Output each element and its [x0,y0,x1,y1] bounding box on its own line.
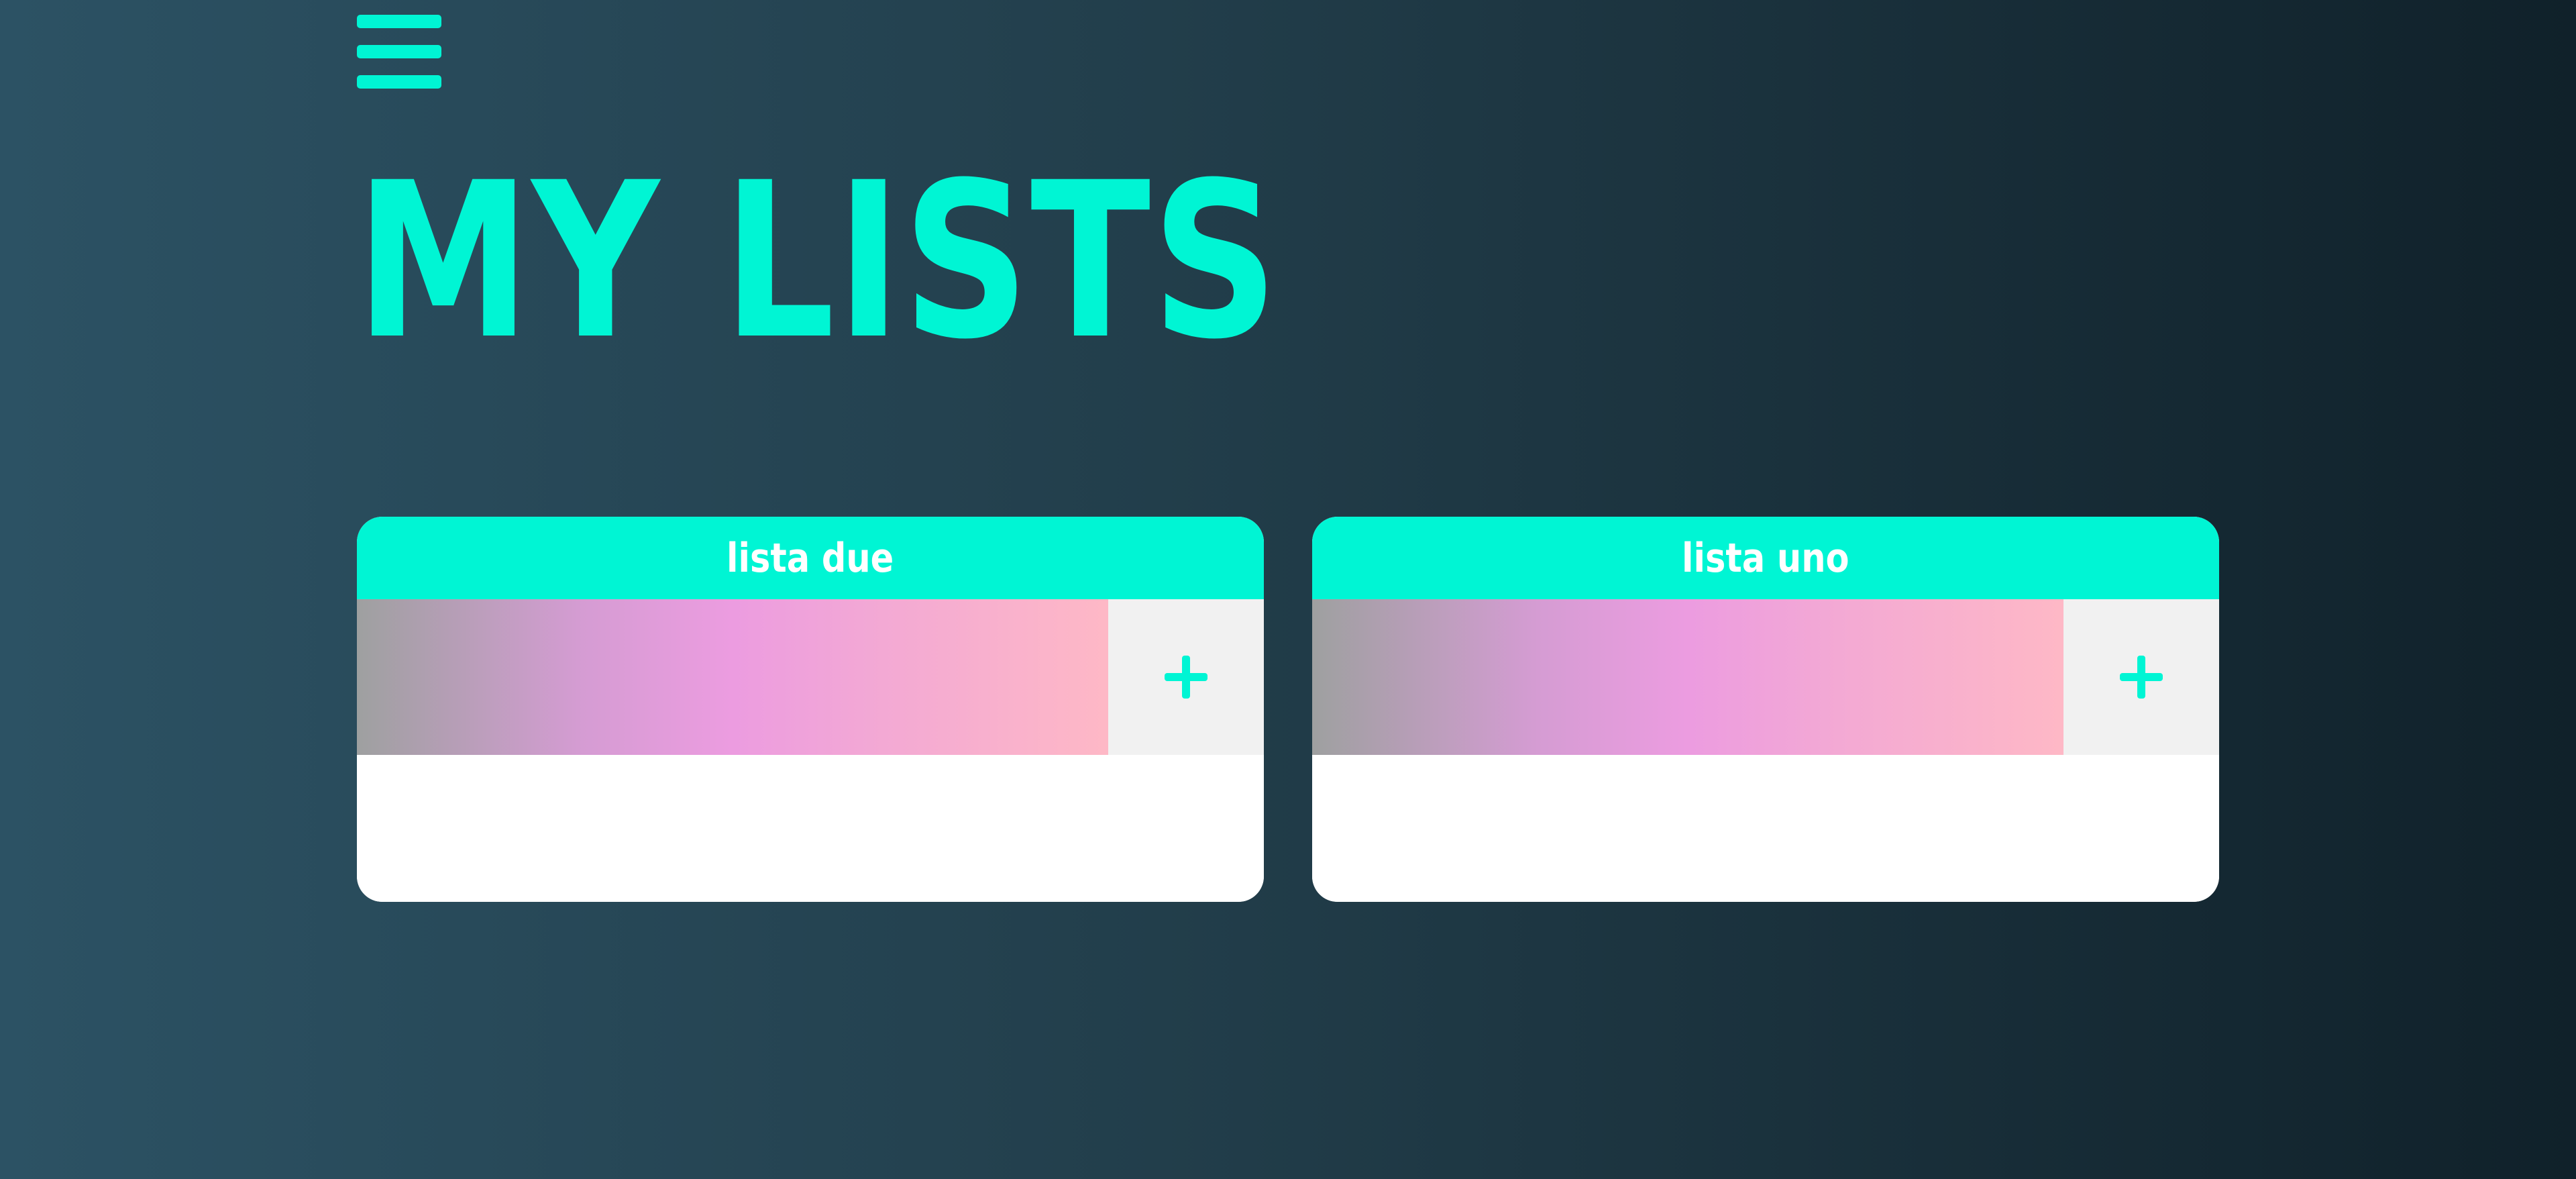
list-items-area [357,755,1264,902]
list-card-header: lista uno [1312,517,2219,599]
hamburger-icon-bar [357,45,441,58]
list-card: lista due [357,517,1264,902]
plus-icon [2120,656,2163,699]
list-input-row [357,599,1264,755]
list-items-area [1312,755,2219,902]
list-input-row [1312,599,2219,755]
hamburger-icon [357,15,441,28]
add-item-button[interactable] [2063,599,2219,755]
list-card: lista uno [1312,517,2219,902]
new-item-input[interactable] [1312,599,2063,755]
menu-toggle-button[interactable] [357,15,441,91]
page-title: MY LISTS [356,137,1280,387]
list-title: lista uno [1682,534,1849,582]
list-card-header: lista due [357,517,1264,599]
add-item-button[interactable] [1108,599,1264,755]
plus-icon [1165,656,1208,699]
new-item-input[interactable] [357,599,1108,755]
hamburger-icon-bar [357,75,441,89]
list-title: lista due [727,534,894,582]
